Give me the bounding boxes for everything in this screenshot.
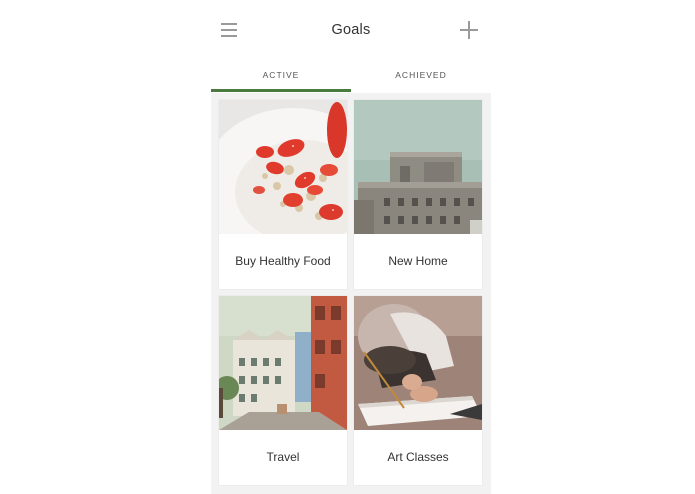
- goal-card-art-classes[interactable]: Art Classes: [354, 296, 482, 485]
- strawberries-granola-image: [219, 100, 347, 234]
- goal-label: New Home: [388, 254, 448, 268]
- tab-achieved[interactable]: ACHIEVED: [351, 60, 491, 92]
- tab-bar: ACTIVE ACHIEVED: [211, 60, 491, 92]
- goal-label: Art Classes: [387, 450, 449, 464]
- goal-label: Travel: [266, 450, 300, 464]
- page-title: Goals: [331, 22, 371, 38]
- colorful-street-image: [219, 296, 347, 430]
- tab-active[interactable]: ACTIVE: [211, 60, 351, 92]
- app-screen: Goals ACTIVE ACHIEVED Buy Healthy Food N…: [211, 0, 491, 494]
- header: Goals: [211, 0, 491, 60]
- add-goal-icon[interactable]: [460, 21, 478, 39]
- goals-grid: Buy Healthy Food New Home Travel Art Cla…: [211, 93, 491, 494]
- goal-card-travel[interactable]: Travel: [219, 296, 347, 485]
- goal-card-new-home[interactable]: New Home: [354, 100, 482, 289]
- hand-writing-image: [354, 296, 482, 430]
- concrete-building-image: [354, 100, 482, 234]
- goal-label: Buy Healthy Food: [235, 254, 331, 268]
- goal-card-buy-healthy-food[interactable]: Buy Healthy Food: [219, 100, 347, 289]
